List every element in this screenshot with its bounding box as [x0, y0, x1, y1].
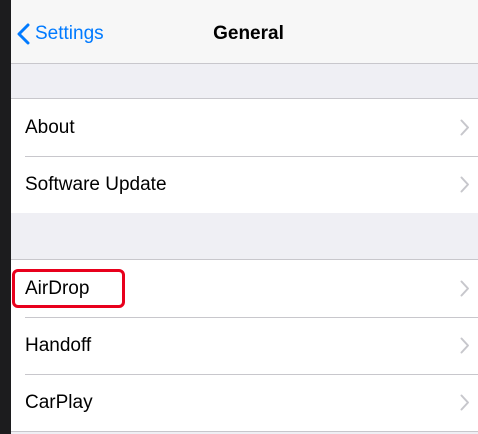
chevron-right-icon	[460, 394, 470, 411]
chevron-right-icon	[460, 119, 470, 136]
section-spacer	[11, 64, 478, 98]
row-about[interactable]: About	[11, 99, 478, 156]
settings-screen: Settings General About Software Update A…	[11, 0, 478, 434]
settings-group-2: AirDrop Handoff CarPlay	[11, 259, 478, 432]
row-label: Handoff	[25, 335, 92, 356]
row-carplay[interactable]: CarPlay	[11, 374, 478, 431]
row-label: Software Update	[25, 174, 167, 195]
section-spacer	[11, 213, 478, 259]
navigation-bar: Settings General	[11, 0, 478, 64]
page-title: General	[213, 23, 284, 44]
row-airdrop[interactable]: AirDrop	[11, 260, 478, 317]
chevron-right-icon	[460, 337, 470, 354]
row-label: About	[25, 117, 75, 138]
row-handoff[interactable]: Handoff	[11, 317, 478, 374]
row-label: CarPlay	[25, 392, 93, 413]
chevron-right-icon	[460, 176, 470, 193]
chevron-right-icon	[460, 280, 470, 297]
device-frame: Settings General About Software Update A…	[0, 0, 478, 434]
row-label: AirDrop	[25, 278, 90, 299]
row-software-update[interactable]: Software Update	[11, 156, 478, 213]
settings-group-1: About Software Update	[11, 98, 478, 214]
